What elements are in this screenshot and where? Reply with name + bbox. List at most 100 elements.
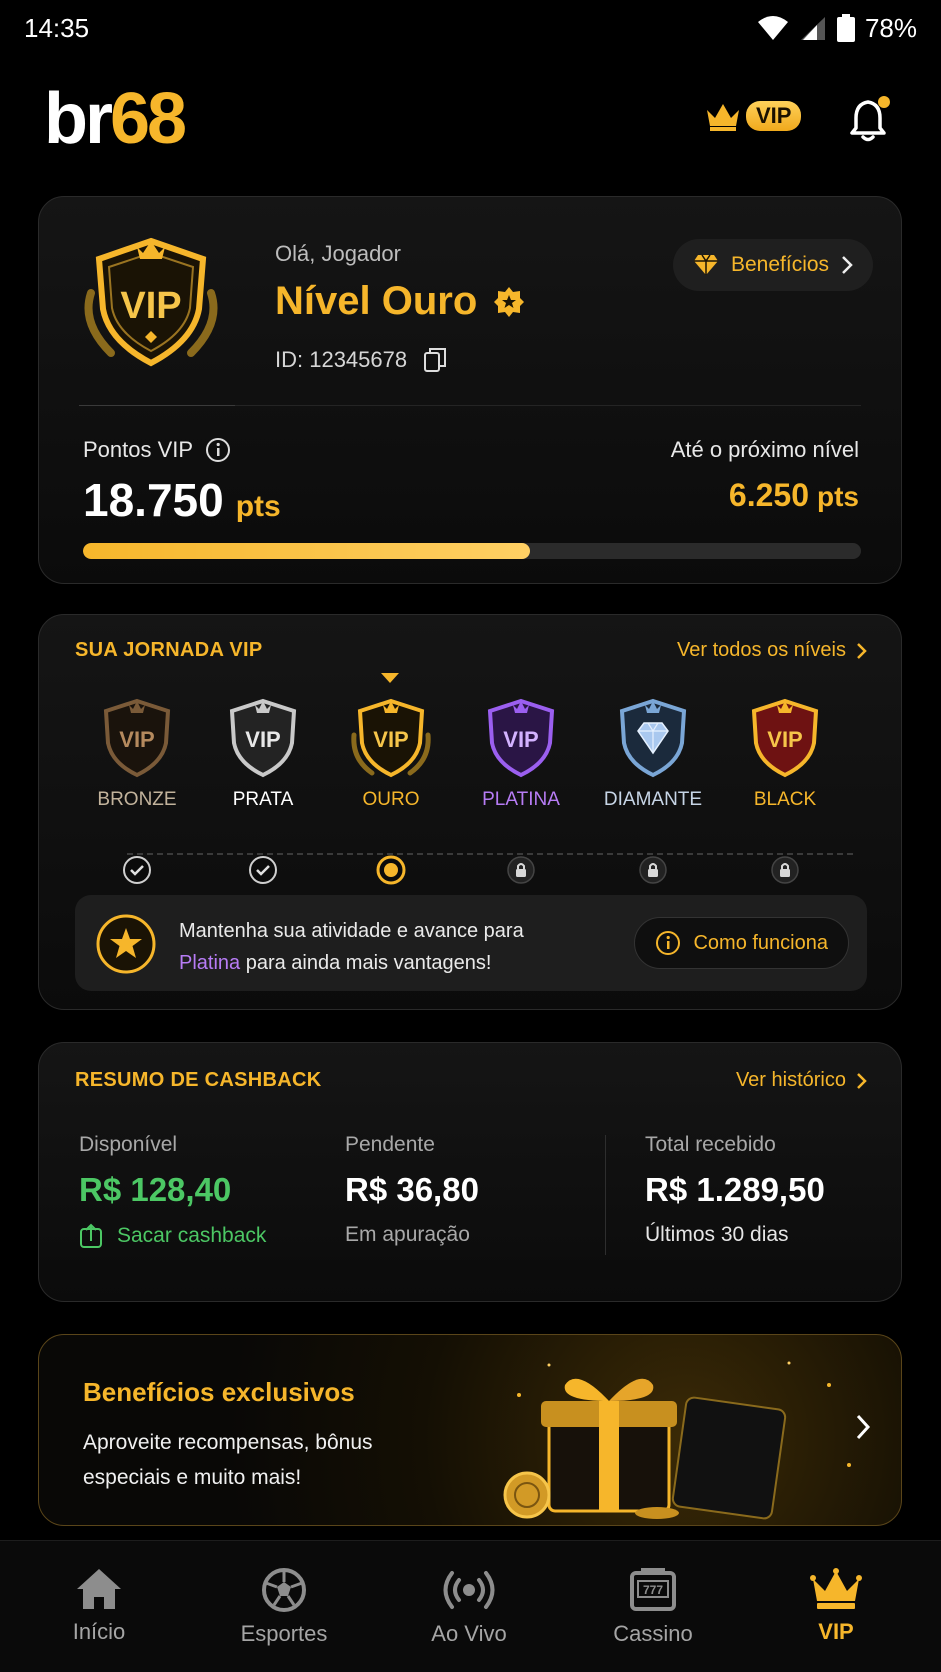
cashback-total: Total recebido R$ 1.289,50 Últimos 30 di… — [645, 1133, 825, 1246]
total-value: R$ 1.289,50 — [645, 1171, 825, 1208]
vip-points-label: Pontos VIP — [83, 437, 231, 463]
view-all-levels-link[interactable]: Ver todos os níveis — [677, 639, 867, 662]
ouro-shield-icon: VIP — [351, 698, 431, 778]
available-value: R$ 128,40 — [79, 1171, 232, 1208]
nav-item-vip[interactable]: VIP — [766, 1567, 906, 1645]
diamante-shield-icon — [619, 698, 687, 778]
lock-icon — [638, 855, 668, 890]
withdraw-icon — [80, 1223, 102, 1248]
vip-profile-card: VIP Olá, Jogador Nível Ouro ID: 12345678… — [38, 196, 902, 584]
nav-item-cassino[interactable]: 777 Cassino — [583, 1567, 723, 1647]
brand-logo[interactable]: br68 — [44, 78, 187, 160]
copy-icon[interactable] — [423, 347, 447, 373]
chevron-right-icon — [857, 642, 867, 659]
bottom-navigation: Início Esportes Ao Vivo 777 Cassino VIP — [0, 1540, 941, 1672]
banner-title: Benefícios exclusivos — [83, 1377, 355, 1407]
diamond-icon — [694, 254, 718, 275]
tier-shield-label: VIP — [503, 727, 538, 752]
black-shield-icon: VIP — [751, 698, 819, 778]
exclusive-benefits-banner[interactable]: Benefícios exclusivos Aproveite recompen… — [38, 1334, 902, 1526]
bell-icon — [850, 96, 890, 142]
soccer-ball-icon — [262, 1568, 306, 1612]
cashback-summary-card: RESUMO DE CASHBACK Ver histórico Disponí… — [38, 1042, 902, 1302]
signal-icon — [800, 17, 825, 40]
battery-icon — [836, 14, 855, 42]
live-broadcast-icon — [443, 1571, 495, 1609]
nav-item-esportes[interactable]: Esportes — [214, 1567, 354, 1647]
chevron-right-icon — [857, 1072, 867, 1089]
status-icons: 78% — [757, 13, 917, 44]
crown-icon — [810, 1568, 862, 1609]
banner-text: Aproveite recompensas, bônus especiais e… — [83, 1431, 373, 1489]
tier-name: OURO — [362, 789, 420, 810]
tier-black[interactable]: VIP BLACK — [725, 695, 845, 884]
divider — [235, 405, 861, 406]
view-history-link[interactable]: Ver histórico — [736, 1069, 867, 1092]
nav-item-inicio[interactable]: Início — [29, 1567, 169, 1645]
status-bar: 14:35 78% — [0, 0, 941, 56]
battery-percentage: 78% — [864, 12, 917, 43]
tier-platina[interactable]: VIP PLATINA — [461, 695, 581, 884]
cashback-available: Disponível R$ 128,40 Sacar cashback — [79, 1133, 267, 1249]
star-circle-icon — [95, 913, 157, 980]
tier-name: DIAMANTE — [603, 789, 703, 810]
tier-ouro[interactable]: VIP OURO — [331, 695, 451, 885]
tier-name: PLATINA — [482, 789, 560, 810]
vip-journey-card: SUA JORNADA VIP Ver todos os níveis VIP B… — [38, 614, 902, 1010]
tier-name: BLACK — [753, 789, 817, 810]
greeting-text: Olá, Jogador — [275, 241, 401, 266]
app-header: br68 VIP — [0, 68, 941, 168]
crown-icon — [707, 104, 739, 131]
advance-info-text: Mantenha sua atividade e avance para Pla… — [179, 920, 524, 974]
svg-text:VIP: VIP — [120, 285, 181, 327]
check-circle-icon — [122, 855, 152, 890]
current-level-pointer — [381, 673, 399, 683]
tier-name: PRATA — [232, 789, 294, 810]
vip-points-value: 18.750 pts — [83, 474, 281, 526]
nav-item-ao-vivo[interactable]: Ao Vivo — [399, 1567, 539, 1647]
advance-info-box: Mantenha sua atividade e avance para Pla… — [75, 895, 867, 991]
player-id: ID: 12345678 — [275, 347, 447, 373]
cashback-pending: Pendente R$ 36,80 Em apuração — [345, 1133, 479, 1246]
how-it-works-button[interactable]: Como funciona — [634, 917, 849, 969]
vip-header-button[interactable]: VIP — [704, 100, 802, 132]
check-circle-icon — [248, 855, 278, 890]
tier-shield-label: VIP — [767, 727, 802, 752]
home-icon — [77, 1569, 121, 1609]
vip-badge: VIP — [746, 101, 802, 131]
tier-name: BRONZE — [97, 789, 177, 810]
next-level-value: 6.250 pts — [728, 477, 859, 513]
level-title: Nível Ouro — [275, 279, 525, 324]
section-title: RESUMO DE CASHBACK — [75, 1069, 322, 1091]
lock-icon — [770, 855, 800, 890]
tier-prata[interactable]: VIP PRATA — [203, 695, 323, 884]
prata-shield-icon: VIP — [229, 698, 297, 778]
slot-machine-icon: 777 — [630, 1568, 676, 1611]
next-level-label: Até o próximo nível — [670, 437, 859, 462]
notifications-button[interactable] — [848, 96, 892, 149]
platina-shield-icon: VIP — [487, 698, 555, 778]
chevron-right-icon — [842, 256, 853, 274]
info-icon[interactable] — [205, 437, 231, 463]
divider — [79, 405, 235, 406]
pending-value: R$ 36,80 — [345, 1171, 479, 1208]
withdraw-cashback-button[interactable]: Sacar cashback — [79, 1223, 266, 1249]
star-badge-icon — [494, 286, 525, 317]
tier-bronze[interactable]: VIP BRONZE — [77, 695, 197, 884]
info-icon — [656, 931, 681, 955]
chevron-right-icon — [855, 1413, 871, 1446]
tier-shield-label: VIP — [373, 727, 408, 752]
status-time: 14:35 — [24, 12, 90, 43]
bronze-shield-icon: VIP — [103, 698, 171, 778]
journey-track — [127, 853, 853, 855]
divider — [605, 1135, 606, 1255]
next-tier-highlight: Platina — [179, 952, 241, 974]
benefits-button[interactable]: Benefícios — [673, 239, 874, 291]
level-progress-fill — [83, 543, 531, 559]
tier-shield-label: VIP — [119, 727, 154, 752]
vip-gold-shield-icon: VIP — [71, 223, 231, 378]
tier-diamante[interactable]: DIAMANTE — [593, 695, 713, 884]
gift-box-illustration — [489, 1345, 869, 1525]
wifi-icon — [757, 16, 788, 40]
svg-text:777: 777 — [643, 1583, 663, 1597]
